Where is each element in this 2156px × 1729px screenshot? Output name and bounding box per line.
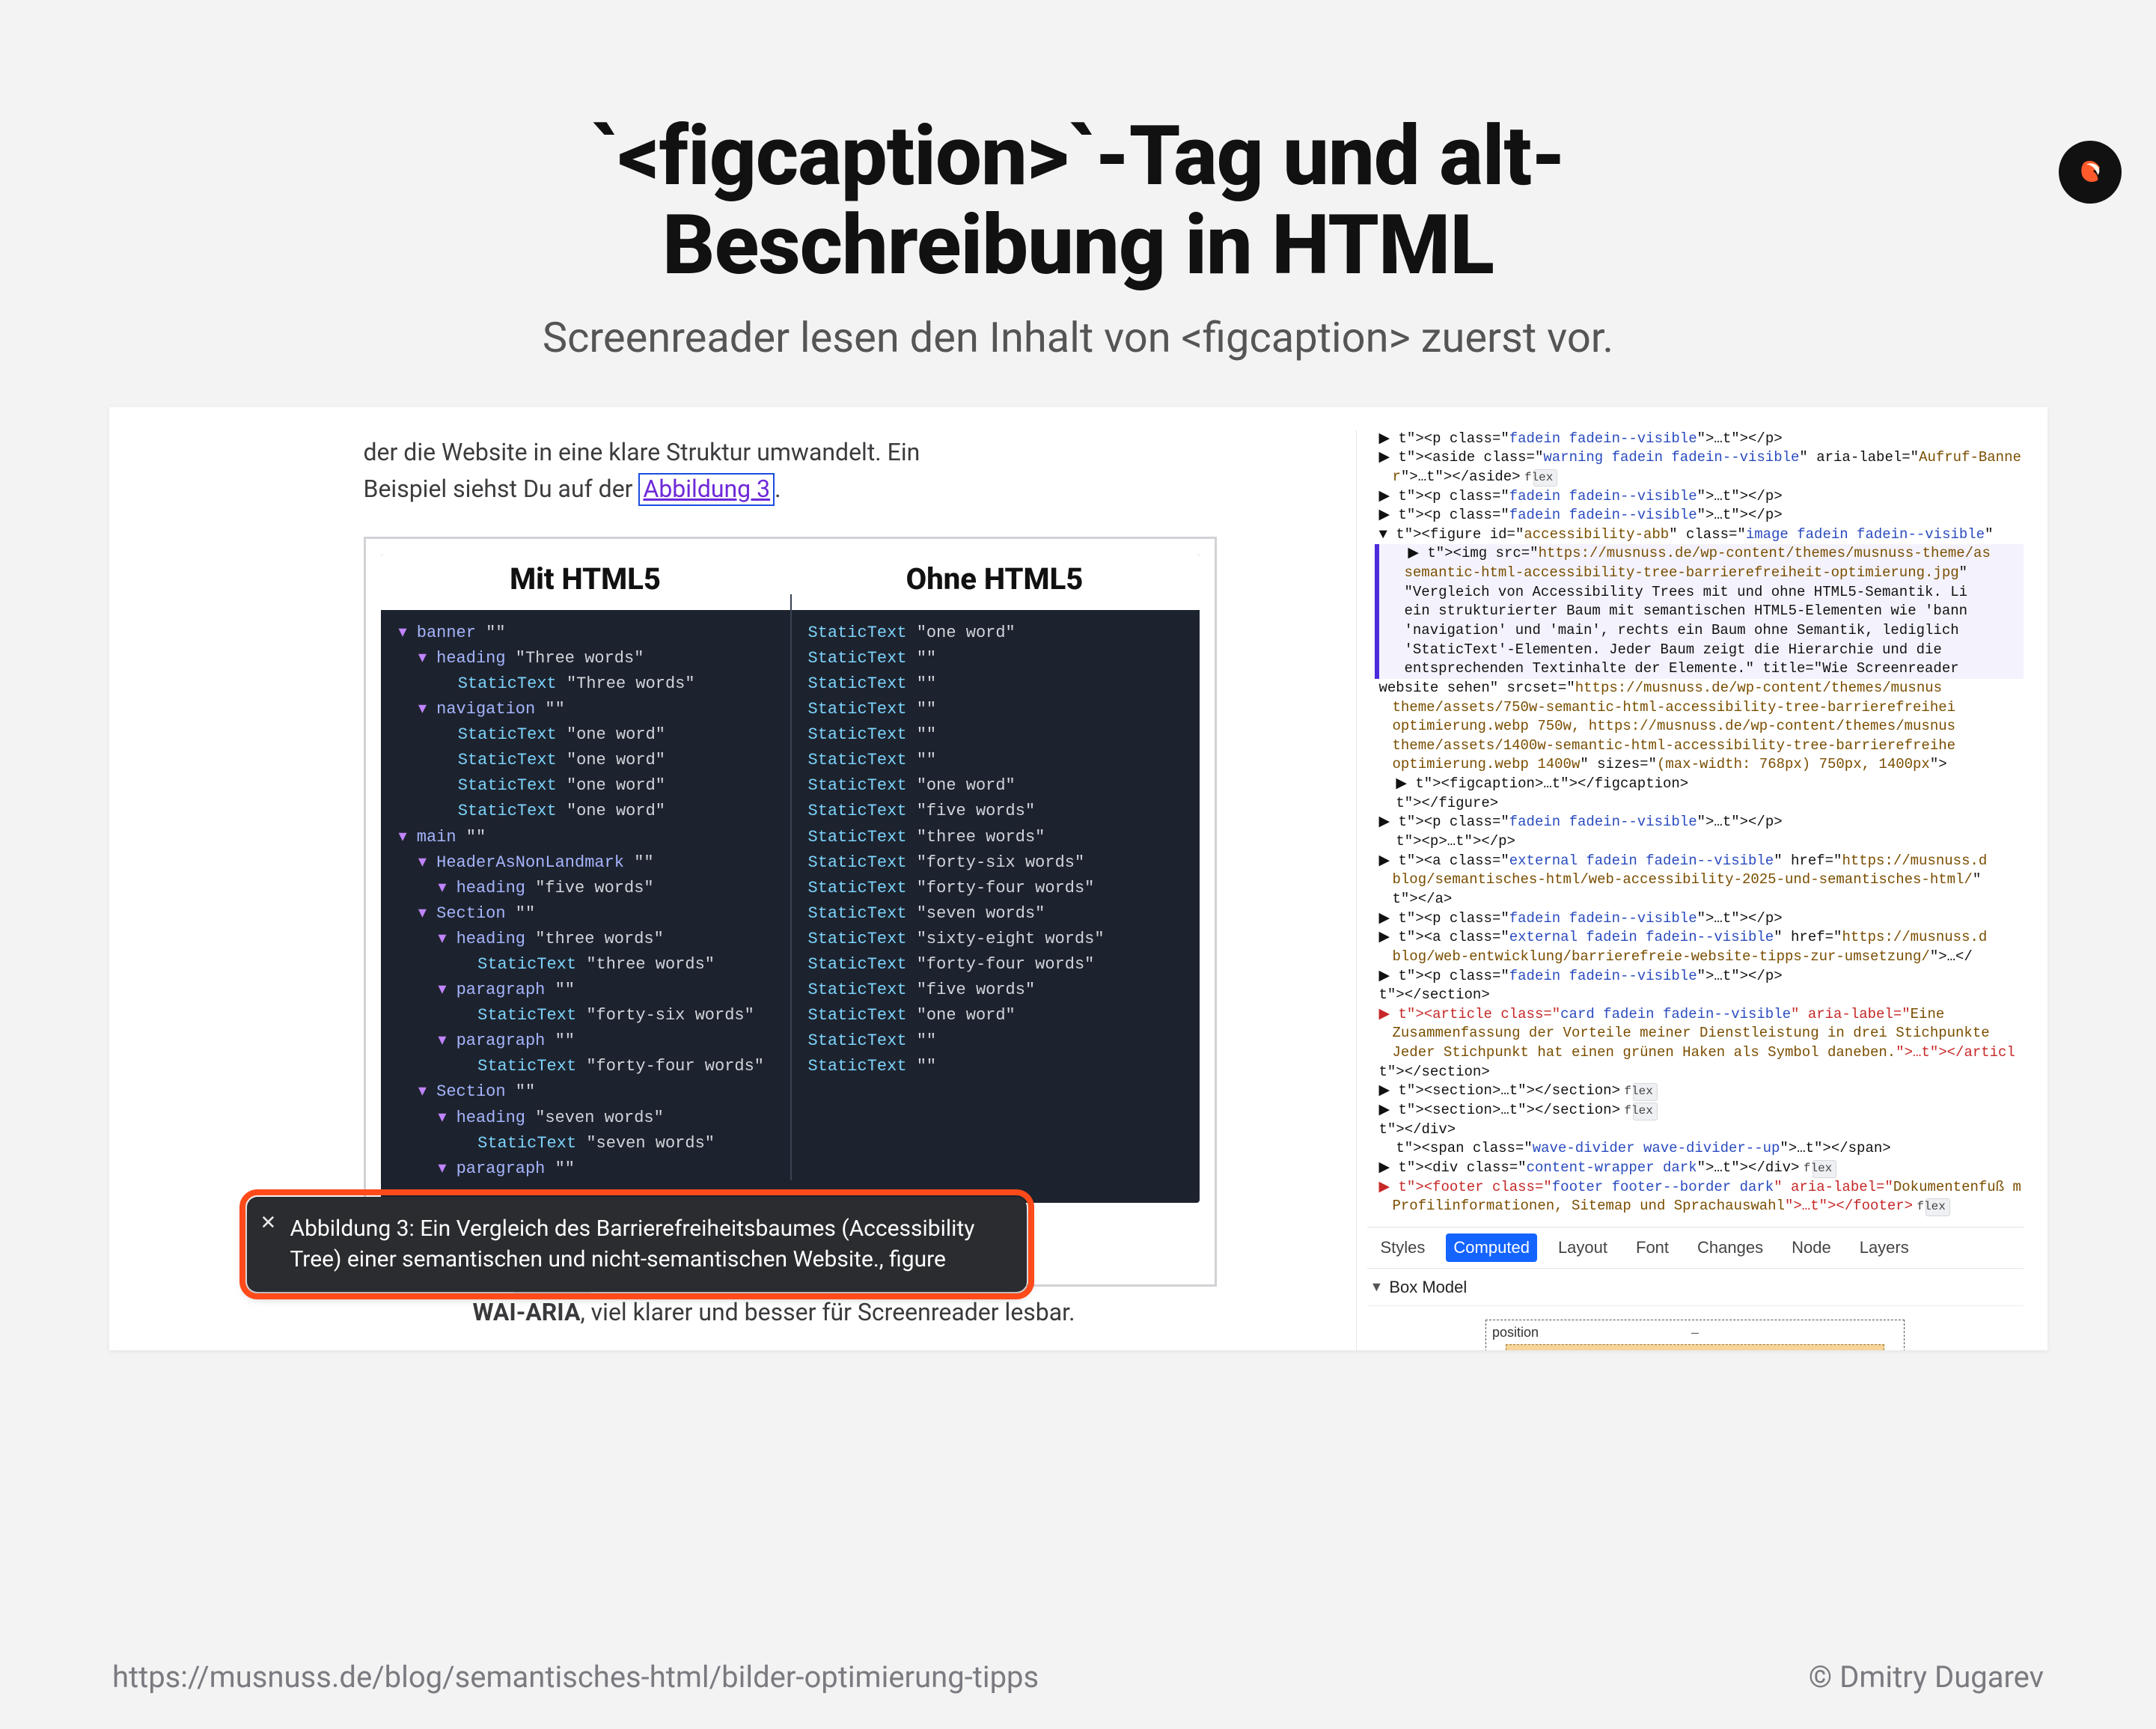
- devtools-tab-node[interactable]: Node: [1784, 1234, 1839, 1262]
- devtools-tab-layers[interactable]: Layers: [1852, 1234, 1917, 1262]
- article-body: der die Website in eine klare Struktur u…: [364, 434, 1082, 508]
- brand-logo: [2059, 141, 2122, 204]
- page-title: `<figcaption>`-Tag und alt- Beschreibung…: [180, 112, 1976, 290]
- accessibility-tree-left: ▾ banner "" ▾ heading "Three words" Stat…: [399, 620, 772, 1182]
- devtools-tab-font[interactable]: Font: [1628, 1234, 1676, 1262]
- box-model-diagram: position – – – – margin 40 – – 40 border…: [1485, 1320, 1905, 1350]
- accessibility-tree-right: StaticText "one word"StaticText ""Static…: [808, 620, 1182, 1080]
- devtools-tabs[interactable]: Styles Computed Layout Font Changes Node Layer…: [1367, 1227, 2024, 1269]
- credit: © Dmitry Dugarev: [1809, 1659, 2044, 1695]
- disclosure-triangle-icon[interactable]: ▼: [1370, 1278, 1384, 1296]
- devtools-panel: ▶ t"><p class="fadein fadein--visible">……: [1356, 430, 2028, 1350]
- compare-right-title: Ohne HTML5: [790, 554, 1200, 610]
- box-model-section[interactable]: ▼ Box Model: [1367, 1269, 2024, 1307]
- nut-icon: [2071, 153, 2110, 192]
- screenreader-tooltip: ✕ Abbildung 3: Ein Vergleich des Barrier…: [247, 1197, 1027, 1292]
- devtools-tab-changes[interactable]: Changes: [1690, 1234, 1771, 1262]
- comparison-figure: Mit HTML5 ▾ banner "" ▾ heading "Three w…: [364, 537, 1217, 1287]
- devtools-tab-styles[interactable]: Styles: [1373, 1234, 1433, 1262]
- figure-link[interactable]: Abbildung 3: [638, 473, 775, 506]
- page-subtitle: Screenreader lesen den Inhalt von <figca…: [0, 313, 2156, 362]
- compare-left-title: Mit HTML5: [381, 554, 790, 610]
- source-url: https://musnuss.de/blog/semantisches-htm…: [112, 1659, 1039, 1695]
- devtools-tab-computed[interactable]: Computed: [1446, 1234, 1537, 1262]
- dom-tree[interactable]: ▶ t"><p class="fadein fadein--visible">……: [1367, 430, 2024, 1216]
- close-icon[interactable]: ✕: [260, 1210, 277, 1237]
- screenshot-card: der die Website in eine klare Struktur u…: [109, 407, 2047, 1350]
- devtools-tab-layout[interactable]: Layout: [1551, 1234, 1615, 1262]
